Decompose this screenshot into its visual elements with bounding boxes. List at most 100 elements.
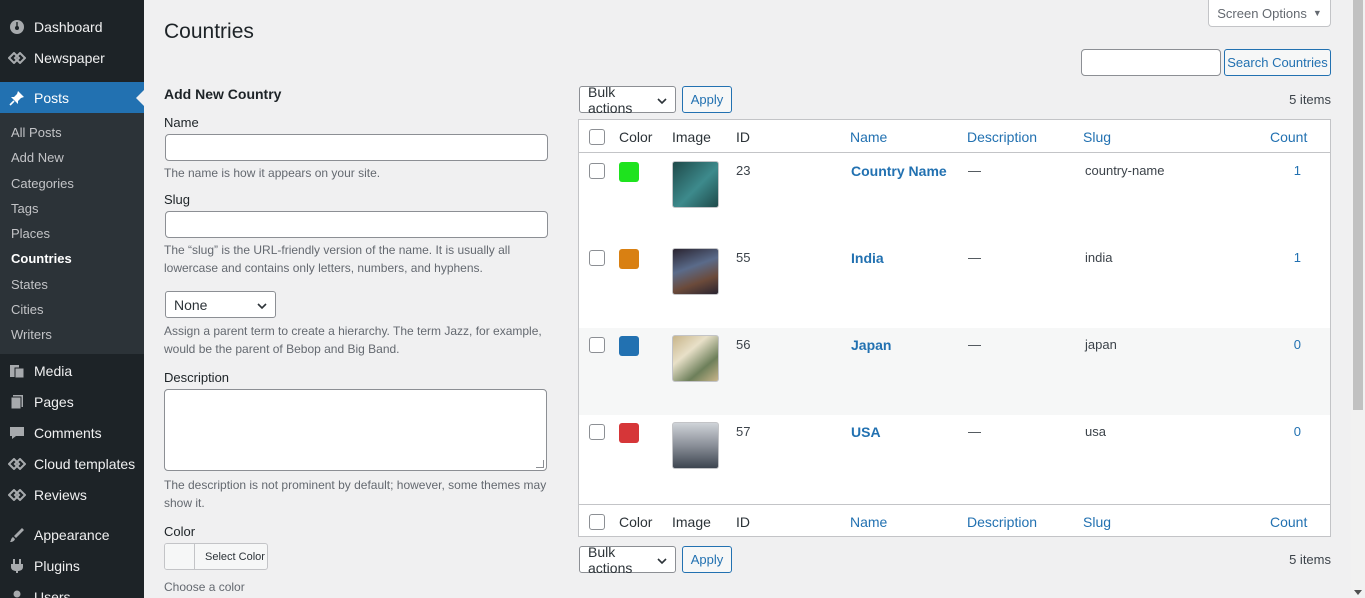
items-count-top: 5 items bbox=[1289, 92, 1331, 107]
slug-input[interactable] bbox=[165, 211, 548, 238]
pages-icon bbox=[8, 393, 26, 411]
description-help: The description is not prominent by defa… bbox=[164, 478, 547, 510]
row-name-link[interactable]: Country Name bbox=[851, 163, 947, 179]
row-count-link[interactable]: 1 bbox=[1279, 163, 1301, 178]
row-checkbox[interactable] bbox=[589, 424, 605, 440]
row-thumbnail[interactable] bbox=[672, 161, 719, 208]
column-count-sort[interactable]: Count bbox=[1270, 129, 1307, 145]
column-color: Color bbox=[619, 514, 653, 530]
submenu-all-posts[interactable]: All Posts bbox=[0, 120, 144, 145]
column-description-sort[interactable]: Description bbox=[967, 514, 1037, 530]
submenu-places[interactable]: Places bbox=[0, 221, 144, 246]
color-label: Color bbox=[164, 524, 196, 539]
row-slug: country-name bbox=[1085, 163, 1165, 178]
appearance-icon bbox=[8, 526, 26, 544]
menu-pages[interactable]: Pages bbox=[0, 387, 144, 418]
row-thumbnail[interactable] bbox=[672, 422, 719, 469]
menu-media[interactable]: Media bbox=[0, 356, 144, 387]
row-checkbox[interactable] bbox=[589, 250, 605, 266]
search-countries-button[interactable]: Search Countries bbox=[1224, 49, 1331, 76]
menu-users[interactable]: Users bbox=[0, 582, 144, 598]
column-name-sort[interactable]: Name bbox=[850, 514, 887, 530]
apply-button-top[interactable]: Apply bbox=[682, 86, 732, 113]
scrollbar-thumb[interactable] bbox=[1353, 0, 1363, 410]
row-count-link[interactable]: 0 bbox=[1279, 337, 1301, 352]
search-countries-input[interactable] bbox=[1081, 49, 1221, 76]
row-name-link[interactable]: India bbox=[851, 250, 884, 266]
row-name-link[interactable]: USA bbox=[851, 424, 881, 440]
media-icon bbox=[8, 362, 26, 380]
table-row: 56 Japan — japan 0 bbox=[579, 328, 1330, 415]
menu-reviews[interactable]: Reviews bbox=[0, 480, 144, 511]
row-id: 55 bbox=[736, 250, 751, 265]
menu-dashboard[interactable]: Dashboard bbox=[0, 11, 144, 42]
menu-comments[interactable]: Comments bbox=[0, 418, 144, 449]
row-checkbox[interactable] bbox=[589, 163, 605, 179]
page-scrollbar[interactable] bbox=[1351, 0, 1365, 598]
select-all-checkbox[interactable] bbox=[589, 129, 605, 145]
column-description-sort[interactable]: Description bbox=[967, 129, 1037, 145]
submenu-tags[interactable]: Tags bbox=[0, 196, 144, 221]
row-thumbnail[interactable] bbox=[672, 248, 719, 295]
column-slug-sort[interactable]: Slug bbox=[1083, 514, 1111, 530]
bulk-actions-select-top[interactable]: Bulk actions bbox=[579, 84, 676, 116]
column-image: Image bbox=[672, 514, 711, 530]
add-new-country-form: Add New Country Name The name is how it … bbox=[164, 86, 548, 596]
table-row: 23 Country Name — country-name 1 bbox=[579, 154, 1330, 241]
chevron-down-icon bbox=[257, 297, 267, 313]
row-color-swatch bbox=[619, 336, 639, 356]
posts-submenu: All Posts Add New Categories Tags Places… bbox=[0, 113, 144, 354]
parent-select[interactable]: None bbox=[165, 291, 276, 318]
submenu-categories[interactable]: Categories bbox=[0, 171, 144, 196]
row-description: — bbox=[968, 163, 981, 178]
row-slug: usa bbox=[1085, 424, 1106, 439]
submenu-writers[interactable]: Writers bbox=[0, 322, 144, 347]
menu-newspaper[interactable]: Newspaper bbox=[0, 42, 144, 73]
column-id: ID bbox=[736, 129, 750, 145]
description-label: Description bbox=[164, 370, 230, 385]
color-help: Choose a color bbox=[164, 580, 245, 594]
bulk-actions-select-bottom[interactable]: Bulk actions bbox=[579, 544, 676, 576]
apply-button-bottom[interactable]: Apply bbox=[682, 546, 732, 573]
countries-table: Color Image ID Name Description Slug Cou… bbox=[578, 119, 1331, 537]
row-slug: japan bbox=[1085, 337, 1117, 352]
screen-options-button[interactable]: Screen Options ▼ bbox=[1208, 0, 1331, 27]
table-footer: Color Image ID Name Description Slug Cou… bbox=[579, 504, 1330, 537]
main-content: Countries Screen Options ▼ Search Countr… bbox=[144, 0, 1351, 598]
row-description: — bbox=[968, 424, 981, 439]
row-name-link[interactable]: Japan bbox=[851, 337, 891, 353]
submenu-add-new[interactable]: Add New bbox=[0, 145, 144, 170]
description-textarea[interactable] bbox=[164, 389, 547, 471]
row-checkbox[interactable] bbox=[589, 337, 605, 353]
submenu-states[interactable]: States bbox=[0, 272, 144, 297]
menu-appearance[interactable]: Appearance bbox=[0, 520, 144, 551]
column-image: Image bbox=[672, 129, 711, 145]
select-all-checkbox-footer[interactable] bbox=[589, 514, 605, 530]
scroll-down-arrow-icon[interactable] bbox=[1354, 590, 1362, 595]
users-icon bbox=[8, 588, 26, 598]
table-header: Color Image ID Name Description Slug Cou… bbox=[579, 120, 1330, 153]
column-count-sort[interactable]: Count bbox=[1270, 514, 1307, 530]
parent-help: Assign a parent term to create a hierarc… bbox=[164, 324, 542, 356]
slug-label: Slug bbox=[164, 192, 191, 207]
resize-grip-icon[interactable] bbox=[536, 460, 544, 468]
menu-cloud-templates[interactable]: Cloud templates bbox=[0, 449, 144, 480]
row-count-link[interactable]: 1 bbox=[1279, 250, 1301, 265]
name-help: The name is how it appears on your site. bbox=[164, 166, 381, 180]
slug-help: The “slug” is the URL-friendly version o… bbox=[164, 243, 511, 275]
menu-plugins[interactable]: Plugins bbox=[0, 551, 144, 582]
page-title: Countries bbox=[164, 20, 254, 43]
column-slug-sort[interactable]: Slug bbox=[1083, 129, 1111, 145]
row-color-swatch bbox=[619, 162, 639, 182]
menu-posts[interactable]: Posts bbox=[0, 82, 144, 113]
table-row: 55 India — india 1 bbox=[579, 241, 1330, 328]
pin-icon bbox=[8, 89, 26, 107]
name-input[interactable] bbox=[165, 134, 548, 161]
submenu-cities[interactable]: Cities bbox=[0, 297, 144, 322]
chevron-down-icon bbox=[657, 92, 667, 108]
row-thumbnail[interactable] bbox=[672, 335, 719, 382]
column-name-sort[interactable]: Name bbox=[850, 129, 887, 145]
submenu-countries[interactable]: Countries bbox=[0, 246, 144, 271]
row-count-link[interactable]: 0 bbox=[1279, 424, 1301, 439]
select-color-button[interactable]: Select Color bbox=[164, 543, 268, 570]
